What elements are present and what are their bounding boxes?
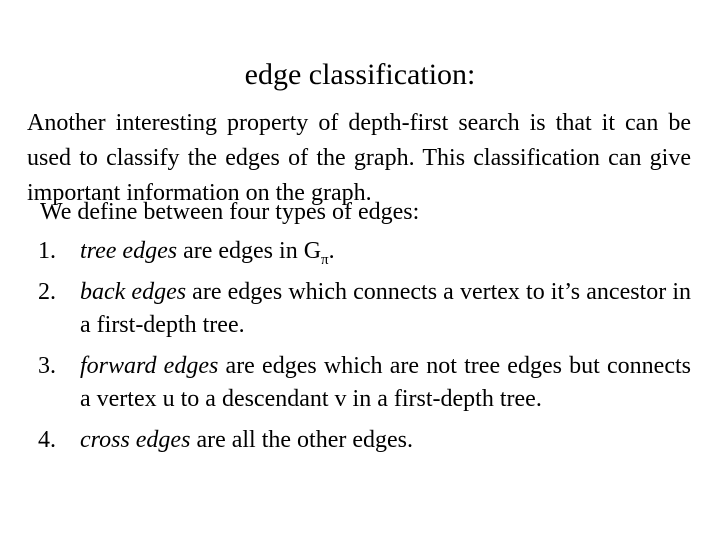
list-item-marker: 3.: [38, 353, 56, 379]
list-item-text: are all the other edges.: [190, 427, 413, 453]
slide-canvas: edge classification: Another interesting…: [0, 0, 720, 540]
definitions-lead-text: We define between four types of edges:: [40, 199, 420, 225]
page-title: edge classification:: [244, 58, 476, 92]
subscript-pi: π: [321, 251, 329, 268]
list-item-term: tree edges: [80, 238, 178, 264]
list-item-marker: 2.: [38, 279, 56, 305]
list-item-marker: 4.: [38, 427, 56, 453]
list-item: 1. tree edges are edges in Gπ.: [27, 235, 691, 268]
list-item-term: forward edges: [80, 353, 219, 379]
definitions-block: We define between four types of edges: 1…: [27, 196, 691, 465]
list-item-term: back edges: [80, 279, 187, 305]
list-item-term: cross edges: [80, 427, 191, 453]
list-item-text: are edges in G: [177, 238, 322, 264]
list-item: 3. forward edges are edges which are not…: [27, 350, 691, 416]
edge-types-list: 1. tree edges are edges in Gπ. 2. back e…: [27, 235, 691, 457]
list-item: 4. cross edges are all the other edges.: [27, 424, 691, 457]
list-item: 2. back edges are edges which connects a…: [27, 276, 691, 342]
list-item-marker: 1.: [38, 238, 56, 264]
list-item-text-tail: .: [328, 238, 335, 264]
